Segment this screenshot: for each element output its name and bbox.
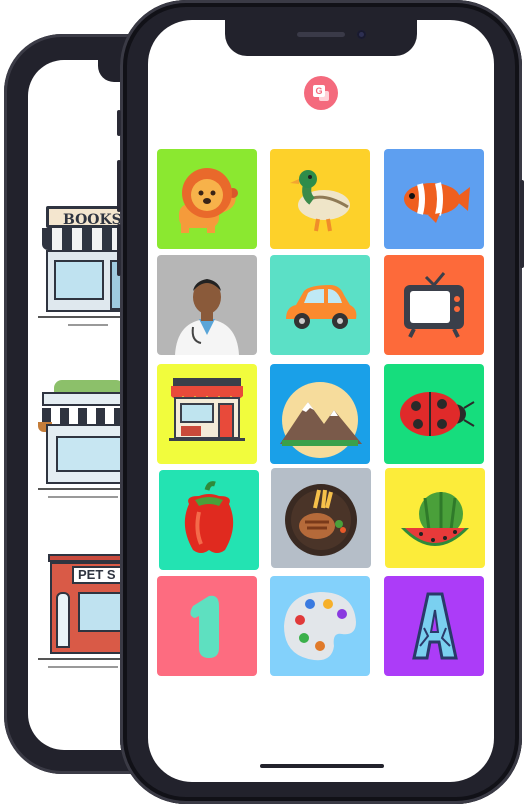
volume-up-button	[117, 160, 121, 212]
car-icon	[286, 285, 357, 329]
letter-a-text: A	[434, 664, 435, 667]
tile-steak-plate[interactable]	[271, 468, 371, 568]
number-one-icon: 1	[190, 595, 219, 658]
steak-plate-icon	[285, 484, 357, 556]
mountains-icon	[280, 382, 362, 458]
tile-ladybug[interactable]	[384, 364, 484, 464]
app-screen: G 1 A	[148, 20, 494, 782]
translate-button[interactable]: G	[304, 76, 338, 110]
speaker-grille	[297, 32, 345, 37]
letter-a-icon: A	[412, 592, 458, 667]
ladybug-icon	[400, 392, 475, 436]
bookstore-ground-line-2	[68, 324, 108, 326]
home-indicator[interactable]	[260, 764, 384, 768]
tile-doctor[interactable]	[157, 255, 257, 355]
tile-car[interactable]	[270, 255, 370, 355]
flower-shop-ground-line-2	[48, 496, 118, 498]
front-camera	[357, 30, 366, 39]
watermelon-icon	[401, 492, 469, 546]
notch	[225, 20, 417, 56]
pet-shop-ground-line-2	[48, 666, 118, 668]
tile-store[interactable]	[157, 364, 257, 464]
tile-number-one[interactable]: 1	[157, 576, 257, 676]
duck-icon	[290, 170, 350, 232]
volume-down-button	[117, 224, 121, 276]
power-button	[520, 180, 524, 268]
tile-watermelon[interactable]	[385, 468, 485, 568]
front-phone: G 1 A	[117, 0, 524, 804]
clownfish-icon	[404, 182, 470, 223]
translate-icon: G	[313, 85, 329, 101]
television-icon	[404, 272, 464, 338]
pet-shop-door	[56, 592, 70, 648]
tile-bell-pepper[interactable]	[159, 470, 259, 570]
store-icon	[169, 378, 245, 441]
bell-pepper-icon	[184, 481, 234, 553]
tile-mountains[interactable]	[270, 364, 370, 464]
mute-switch	[117, 110, 121, 136]
lion-icon	[179, 168, 238, 233]
tile-television[interactable]	[384, 255, 484, 355]
bookstore-window	[54, 260, 104, 300]
tile-clownfish[interactable]	[384, 149, 484, 249]
paint-palette-icon	[284, 592, 356, 661]
tile-duck[interactable]	[270, 149, 370, 249]
tile-paint-palette[interactable]	[270, 576, 370, 676]
doctor-icon	[175, 279, 239, 355]
tile-lion[interactable]	[157, 149, 257, 249]
tile-letter-a[interactable]: A	[384, 576, 484, 676]
flower-shop-window	[56, 436, 128, 472]
